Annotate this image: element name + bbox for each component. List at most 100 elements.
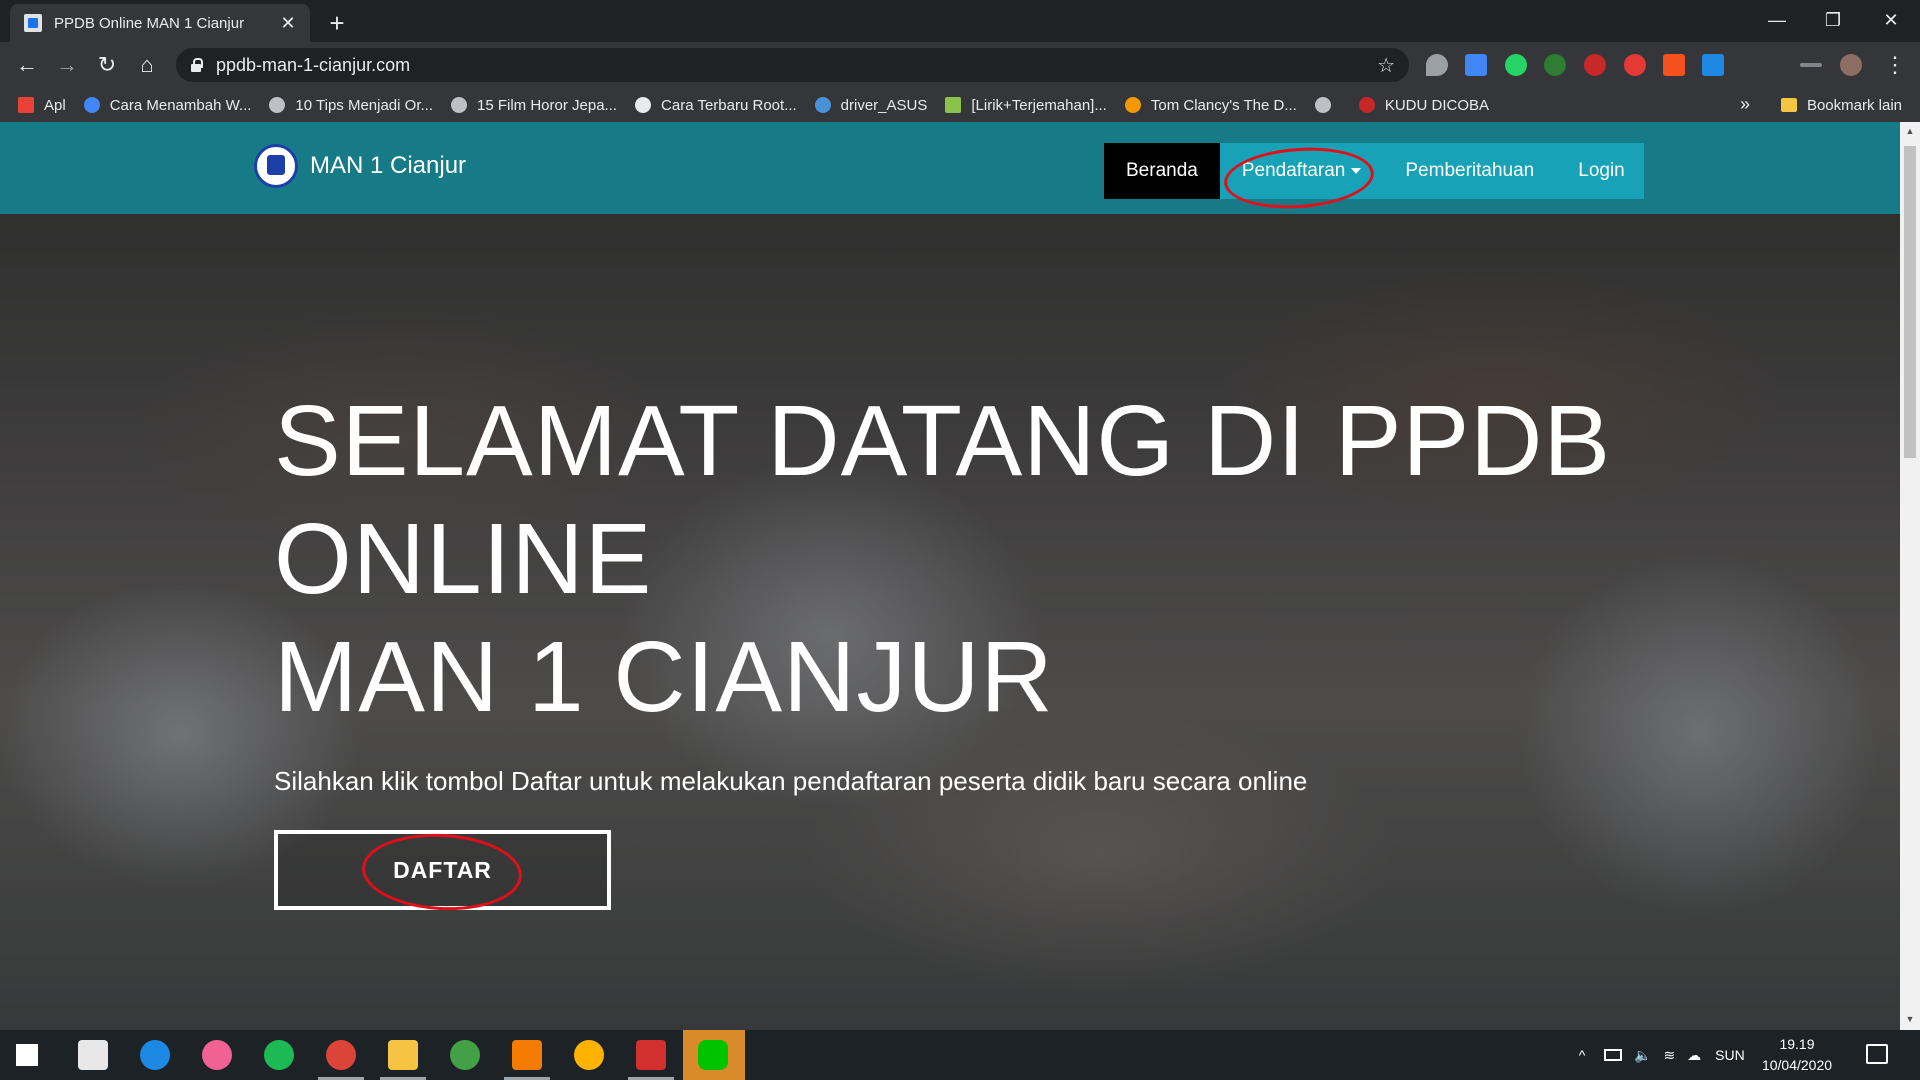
bookmark-favicon-icon (83, 97, 100, 113)
tab-title: PPDB Online MAN 1 Cianjur (54, 14, 245, 32)
blue-extension-icon[interactable] (1702, 54, 1724, 76)
cloud-icon[interactable]: ☁ (1687, 1047, 1701, 1064)
itunes-icon[interactable] (202, 1040, 232, 1070)
red-favicon-icon (1358, 97, 1375, 113)
bookmark-label: Cara Terbaru Root... (661, 96, 797, 114)
hero-subtitle: Silahkan klik tombol Daftar untuk melaku… (274, 766, 1308, 796)
hero-line-2: ONLINE (274, 503, 653, 615)
bookmark-apps[interactable]: Apl (18, 97, 66, 114)
bookmark-item[interactable]: Cara Terbaru Root... (635, 97, 797, 114)
minimize-button[interactable]: — (1748, 0, 1806, 40)
bookmarks-bar: Apl Cara Menambah W... 10 Tips Menjadi O… (0, 88, 1920, 122)
site-brand[interactable]: MAN 1 Cianjur (254, 144, 466, 188)
windows-taskbar: ^ 🔈 ≋ ☁ SUN 19.19 10/04/2020 (0, 1030, 1920, 1080)
chrome-icon[interactable] (326, 1040, 356, 1070)
other-bookmarks-label: Bookmark lain (1806, 96, 1902, 114)
school-logo-icon (254, 144, 298, 188)
green-extension-icon[interactable] (1544, 54, 1566, 76)
nav-pemberitahuan[interactable]: Pemberitahuan (1383, 143, 1556, 199)
volume-icon[interactable]: 🔈 (1634, 1047, 1651, 1064)
notifications-icon[interactable] (1866, 1044, 1888, 1064)
language-indicator[interactable]: SUN (1715, 1047, 1745, 1063)
edge-icon[interactable] (140, 1040, 170, 1070)
address-bar[interactable]: ppdb-man-1-cianjur.com ☆ (176, 48, 1409, 82)
webpage: MAN 1 Cianjur Beranda Pendaftaran Pember… (0, 122, 1900, 1030)
taskbar-clock[interactable]: 19.19 10/04/2020 (1752, 1034, 1842, 1076)
nav-beranda[interactable]: Beranda (1104, 143, 1220, 199)
colorful-app-icon[interactable] (574, 1040, 604, 1070)
red-extension-icon[interactable] (1584, 54, 1606, 76)
globe-icon (269, 97, 286, 113)
site-favicon-icon (24, 14, 42, 32)
xampp-icon[interactable] (512, 1040, 542, 1070)
bookmark-item[interactable]: Tom Clancy's The D... (1124, 97, 1297, 114)
scrollbar-thumb[interactable] (1904, 146, 1916, 458)
globe-icon (1314, 97, 1331, 113)
tray-expand-icon[interactable]: ^ (1572, 1047, 1592, 1063)
bookmark-item[interactable]: [Lirik+Terjemahan]... (945, 96, 1107, 114)
bookmark-label: driver_ASUS (840, 96, 928, 114)
bookmark-label: Cara Menambah W... (109, 96, 252, 114)
bookmark-label: 15 Film Horor Jepa... (477, 96, 618, 114)
other-bookmarks[interactable]: Bookmark lain (1780, 88, 1902, 122)
nav-login[interactable]: Login (1556, 143, 1647, 199)
scroll-down-icon[interactable]: ▼ (1904, 1014, 1916, 1024)
network-app-icon[interactable] (450, 1040, 480, 1070)
tab-close-icon[interactable]: ✕ (278, 13, 298, 34)
apps-grid-icon (18, 97, 34, 113)
restore-button[interactable]: ❐ (1804, 0, 1862, 40)
bookmark-item[interactable]: 15 Film Horor Jepa... (451, 97, 617, 114)
hero-line-1: SELAMAT DATANG DI PPDB (274, 385, 1612, 497)
back-button[interactable]: ← (12, 50, 42, 80)
clock-date: 10/04/2020 (1761, 1057, 1833, 1073)
browser-tabstrip: PPDB Online MAN 1 Cianjur ✕ + — ❐ ✕ (0, 0, 1920, 42)
window-close-button[interactable]: ✕ (1862, 0, 1920, 40)
system-tray: ^ 🔈 ≋ ☁ SUN (1572, 1030, 1745, 1080)
cross-icon (635, 97, 652, 113)
translate-extension-icon[interactable] (1465, 54, 1487, 76)
reload-button[interactable]: ↻ (92, 50, 122, 80)
browser-tab[interactable]: PPDB Online MAN 1 Cianjur ✕ (10, 4, 310, 42)
brand-name: MAN 1 Cianjur (310, 152, 467, 179)
hero-heading: SELAMAT DATANG DI PPDB ONLINE MAN 1 CIAN… (274, 382, 1674, 736)
bookmark-label: [Lirik+Terjemahan]... (971, 96, 1107, 114)
bookmark-item[interactable]: 10 Tips Menjadi Or... (269, 97, 433, 114)
new-tab-button[interactable]: + (322, 8, 352, 39)
whatsapp-extension-icon[interactable] (1505, 54, 1527, 76)
bookmark-star-icon[interactable]: ☆ (1377, 53, 1395, 78)
orange-extension-icon[interactable] (1663, 54, 1685, 76)
store-icon[interactable] (78, 1040, 108, 1070)
site-navbar: MAN 1 Cianjur Beranda Pendaftaran Pember… (0, 122, 1900, 214)
bookmark-label: KUDU DICOBA (1384, 96, 1490, 114)
line-app-icon[interactable] (698, 1040, 728, 1070)
lock-icon (190, 58, 203, 72)
home-button[interactable]: ⌂ (132, 50, 162, 80)
forward-button[interactable]: → (52, 50, 82, 80)
bookmarks-overflow-button[interactable]: » (1740, 94, 1750, 115)
reading-list-icon[interactable] (1800, 63, 1822, 67)
battery-icon[interactable] (1604, 1049, 1622, 1061)
hero-line-3: MAN 1 CIANJUR (274, 621, 1054, 733)
spotify-icon[interactable] (264, 1040, 294, 1070)
page-scrollbar[interactable]: ▲ ▼ (1900, 122, 1920, 1030)
bookmark-label: Apl (44, 96, 66, 114)
bookmark-item[interactable] (1314, 97, 1341, 113)
adblock-extension-icon[interactable] (1624, 54, 1646, 76)
profile-avatar[interactable] (1840, 54, 1862, 76)
globe-icon (451, 97, 467, 113)
bookmark-item[interactable]: KUDU DICOBA (1358, 96, 1490, 114)
browser-toolbar: ← → ↻ ⌂ ppdb-man-1-cianjur.com ☆ ⋮ (0, 42, 1920, 88)
scroll-up-icon[interactable]: ▲ (1904, 126, 1916, 136)
bookmark-item[interactable]: Cara Menambah W... (83, 96, 252, 114)
game-favicon-icon (1124, 97, 1141, 113)
bookmark-item[interactable]: driver_ASUS (814, 96, 928, 114)
folder-icon (1780, 98, 1797, 112)
chrome-menu-icon[interactable]: ⋮ (1880, 50, 1910, 80)
file-explorer-icon[interactable] (388, 1040, 418, 1070)
filezilla-icon[interactable] (636, 1040, 666, 1070)
url-text[interactable]: ppdb-man-1-cianjur.com (216, 55, 1377, 76)
wifi-icon[interactable]: ≋ (1663, 1047, 1675, 1064)
location-extension-icon[interactable] (1426, 54, 1448, 76)
site-nav-menu: Beranda Pendaftaran Pemberitahuan Login (1104, 143, 1644, 199)
windows-start-icon[interactable] (16, 1044, 38, 1066)
